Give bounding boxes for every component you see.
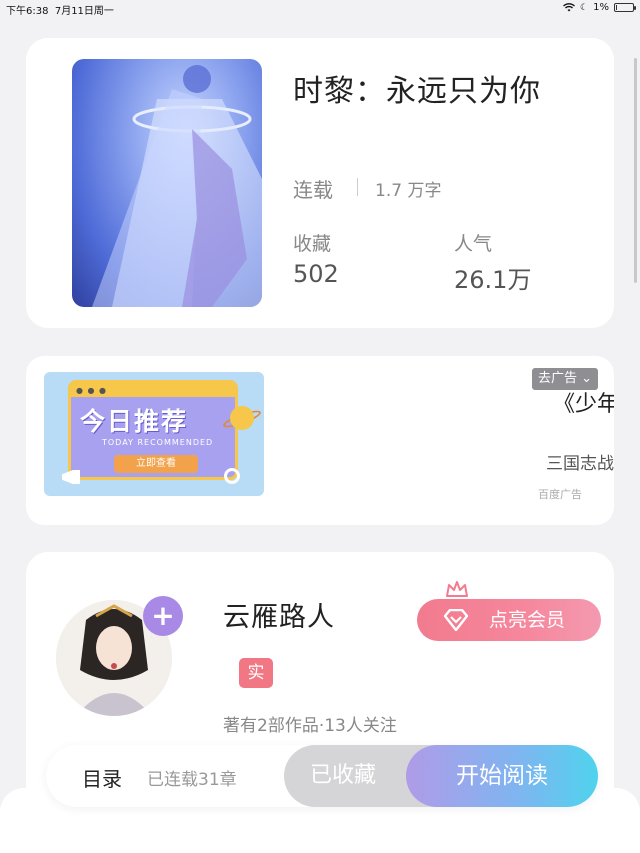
ad-banner-title: 今日推荐 — [80, 407, 189, 436]
cover-illustration — [92, 65, 262, 307]
bottom-action-bar: 目录 已连载31章 已收藏 开始阅读 — [46, 745, 598, 807]
ad-banner-cta: 立即查看 — [114, 455, 198, 473]
favorites-value: 502 — [293, 260, 339, 288]
wifi-icon — [563, 3, 575, 12]
verified-badge: 实 — [239, 658, 273, 688]
remove-ad-label: 去广告 — [538, 371, 578, 386]
vip-button-label: 点亮会员 — [489, 609, 566, 631]
status-time-date: 下午6:38 7月11日周一 — [6, 2, 114, 17]
ad-title[interactable]: 《少年三 — [553, 386, 614, 418]
window-dots-icon: ● ● ● — [76, 386, 108, 395]
status-date: 7月11日周一 — [54, 6, 114, 17]
planet-icon — [230, 406, 254, 430]
word-count: 1.7 万字 — [375, 181, 442, 201]
author-name[interactable]: 云雁路人 — [223, 595, 335, 634]
chevron-down-icon: ⌄ — [581, 371, 593, 386]
battery-level — [616, 5, 617, 10]
table-of-contents-button[interactable]: 目录 — [82, 763, 122, 792]
crown-icon — [446, 581, 468, 597]
book-info-card: 时黎：永远只为你 连载 1.7 万字 收藏 502 人气 26.1万 — [26, 38, 614, 328]
divider — [357, 178, 358, 196]
start-reading-button[interactable]: 开始阅读 — [406, 745, 598, 807]
vip-membership-button[interactable]: 点亮会员 — [417, 599, 601, 641]
popularity-label: 人气 — [454, 233, 493, 255]
ad-card[interactable]: ● ● ● 今日推荐 TODAY RECOMMENDED 立即查看 去广告 ⌄ … — [26, 356, 614, 525]
scrollbar[interactable] — [634, 58, 637, 283]
chapter-count[interactable]: 已连载31章 — [147, 765, 237, 790]
book-cover-image[interactable] — [72, 59, 262, 307]
battery-icon — [614, 3, 636, 12]
megaphone-icon — [62, 470, 80, 484]
author-meta: 著有2部作品·13人关注 — [223, 716, 397, 736]
magnifier-icon — [224, 468, 240, 484]
popularity-value: 26.1万 — [454, 266, 532, 294]
book-title: 时黎：永远只为你 — [293, 74, 541, 109]
ad-description: 三国志战略版 — [546, 454, 614, 474]
status-indicators: ☾ 1% — [563, 2, 636, 13]
follow-author-button[interactable]: + — [143, 596, 183, 636]
battery-percent: 1% — [593, 2, 609, 13]
moon-icon: ☾ — [580, 2, 589, 13]
status-time: 下午6:38 — [6, 6, 49, 17]
diamond-icon — [443, 609, 469, 631]
ad-banner-subtitle: TODAY RECOMMENDED — [102, 438, 214, 447]
status-bar: 下午6:38 7月11日周一 ☾ 1% — [0, 0, 640, 18]
favorites-label: 收藏 — [293, 233, 332, 255]
ad-source: 百度广告 — [538, 488, 582, 501]
serialization-status: 连载 — [293, 178, 333, 202]
ad-banner-image[interactable]: ● ● ● 今日推荐 TODAY RECOMMENDED 立即查看 — [44, 372, 264, 496]
